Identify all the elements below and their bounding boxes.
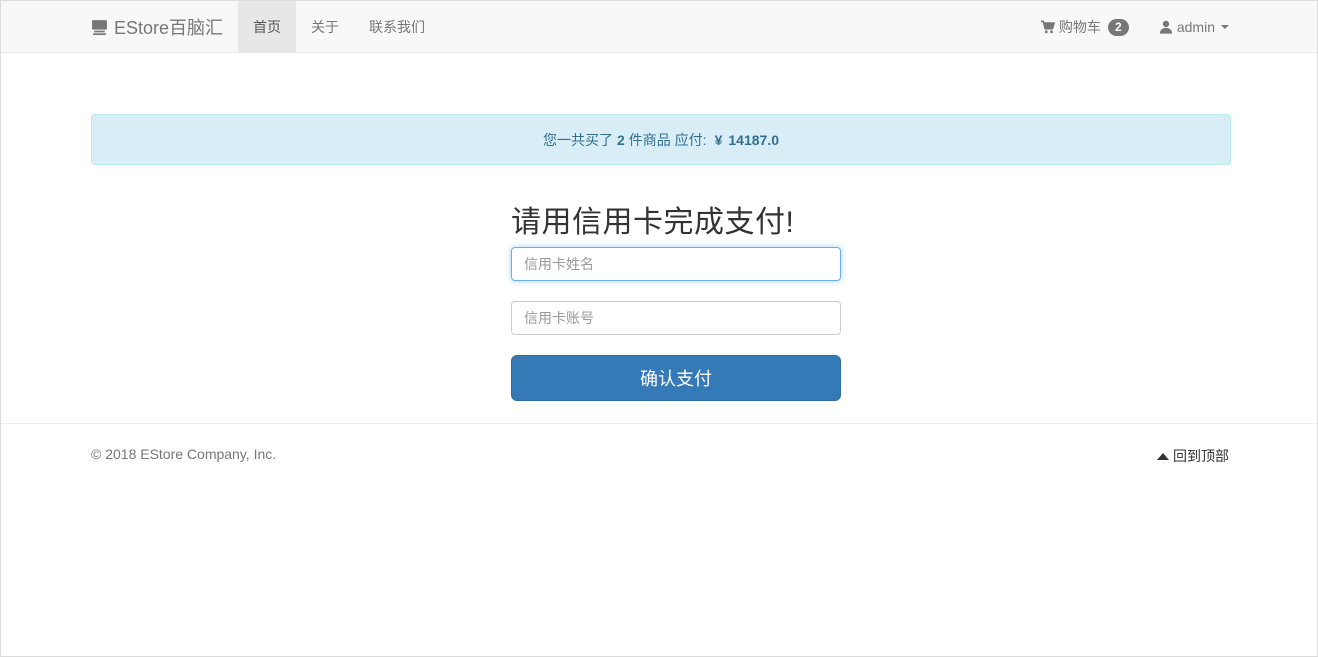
card-number-input[interactable] [511, 301, 841, 335]
summary-prefix: 您一共买了 [543, 131, 613, 148]
nav-about[interactable]: 关于 [296, 1, 354, 53]
card-holder-name-input[interactable] [511, 247, 841, 281]
item-count: 2 [617, 131, 625, 148]
cart-count-badge: 2 [1107, 18, 1129, 36]
brand-name: EStore百脑汇 [114, 18, 224, 38]
back-to-top-label: 回到顶部 [1173, 448, 1229, 464]
summary-middle: 件商品 应付: [628, 131, 707, 148]
currency-symbol: ¥ [714, 131, 723, 148]
user-icon [1159, 20, 1172, 34]
cart-link[interactable]: 购物车 2 [1040, 17, 1129, 37]
user-nav: 购物车 2 admin [1040, 1, 1229, 53]
main-nav: 首页 关于 联系我们 [238, 1, 440, 53]
total-amount: 14187.0 [728, 131, 779, 148]
brand-link[interactable]: EStore百脑汇 [91, 1, 223, 53]
nav-about-label: 关于 [311, 19, 339, 35]
chevron-down-icon [1221, 25, 1229, 29]
payment-form: 请用信用卡完成支付! 确认支付 [511, 199, 841, 401]
back-to-top-link[interactable]: 回到顶部 [1157, 446, 1229, 466]
triangle-up-icon [1157, 452, 1169, 460]
cart-label: 购物车 [1058, 19, 1101, 35]
order-summary-alert: 您一共买了 2 件商品 应付: ¥ 14187.0 [91, 114, 1231, 165]
top-navbar: EStore百脑汇 首页 关于 联系我们 购物车 2 admin [1, 1, 1317, 53]
shopping-cart-icon [1040, 20, 1055, 34]
nav-contact-label: 联系我们 [369, 19, 425, 35]
username: admin [1176, 19, 1215, 35]
user-menu-toggle[interactable]: admin [1159, 19, 1229, 35]
footer-divider [1, 423, 1317, 424]
nav-contact[interactable]: 联系我们 [354, 1, 440, 53]
nav-home[interactable]: 首页 [238, 1, 296, 53]
copyright-text: © 2018 EStore Company, Inc. [91, 446, 277, 462]
computer-icon [92, 19, 107, 35]
nav-home-label: 首页 [253, 19, 281, 35]
page-title: 请用信用卡完成支付! [511, 206, 795, 239]
confirm-payment-button[interactable]: 确认支付 [511, 355, 841, 401]
